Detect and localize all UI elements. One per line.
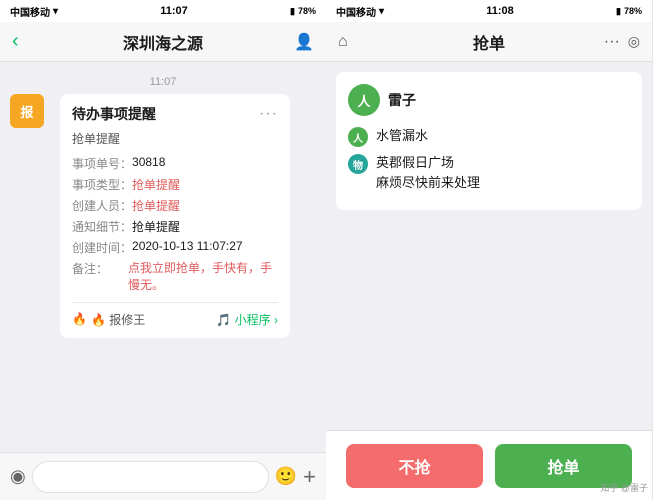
- battery-right: 78%: [624, 6, 642, 16]
- snatch-content: 人 雷子 人 水管漏水 物 英郡假日广场 麻烦尽快前来处理: [326, 62, 652, 430]
- dots-button-right[interactable]: ···: [604, 33, 620, 51]
- back-button[interactable]: [12, 30, 19, 53]
- nav-right-group: ··· ◎: [604, 33, 640, 51]
- miniprogram-label: 🎵 小程序 ›: [216, 311, 278, 328]
- timestamp: 11:07: [10, 76, 316, 88]
- card-subtitle: 抢单提醒: [72, 130, 278, 147]
- chat-input[interactable]: [32, 461, 269, 493]
- info-value-3: 抢单提醒: [132, 218, 180, 235]
- info-label-3: 通知细节：: [72, 218, 132, 235]
- item-badge: 物: [348, 154, 368, 174]
- info-label-1: 事项类型：: [72, 176, 132, 193]
- phone-right: 中国移动 ▾ 11:08 ▮ 78% ⌂ 抢单 ··· ◎ 人 雷子: [326, 0, 652, 500]
- username: 雷子: [388, 90, 416, 110]
- status-right-right: ▮ 78%: [616, 6, 642, 17]
- info-value-5: 点我立即抢单，手快有，手慢无。: [128, 260, 278, 294]
- avatar-label: 人: [357, 91, 370, 110]
- bot-avatar: 报: [10, 94, 44, 128]
- emoji-button[interactable]: 🙂: [275, 466, 297, 487]
- user-avatar: 人: [348, 84, 380, 116]
- snatch-text-1b: 麻烦尽快前来处理: [376, 173, 480, 193]
- snatch-info-row-1: 物 英郡假日广场 麻烦尽快前来处理: [348, 153, 630, 192]
- info-row-5: 备注： 点我立即抢单，手快有，手慢无。: [72, 260, 278, 294]
- fire-icon: 🔥: [72, 312, 87, 326]
- battery-left: 78%: [298, 6, 316, 16]
- card-header: 待办事项提醒 ···: [72, 104, 278, 124]
- chat-content: 11:07 报 待办事项提醒 ··· 抢单提醒 事项单号： 30818 事项类型…: [0, 62, 326, 452]
- info-row-4: 创建时间： 2020-10-13 11:07:27: [72, 239, 278, 256]
- footer-app-name: 🔥 报修王: [91, 311, 145, 328]
- footer-right[interactable]: 🎵 小程序 ›: [216, 311, 278, 328]
- info-label-0: 事项单号：: [72, 155, 132, 172]
- person-badge: 人: [348, 127, 368, 147]
- card-title: 待办事项提醒: [72, 104, 156, 124]
- status-left-right: 中国移动 ▾: [336, 4, 384, 19]
- snatch-user-row: 人 雷子: [348, 84, 630, 116]
- info-label-2: 创建人员：: [72, 197, 132, 214]
- carrier-right: 中国移动: [336, 4, 376, 19]
- wifi-icon-right: ▾: [379, 6, 384, 17]
- no-button[interactable]: 不抢: [346, 444, 483, 488]
- nav-left: [12, 30, 19, 53]
- status-right-left: ▮ 78%: [290, 6, 316, 17]
- add-button[interactable]: +: [303, 464, 316, 490]
- bottom-bar-left: ◉ 🙂 +: [0, 452, 326, 500]
- nav-title-left: 深圳海之源: [123, 30, 203, 54]
- footer-left[interactable]: 🔥 🔥 报修王: [72, 311, 145, 328]
- card-footer: 🔥 🔥 报修王 🎵 小程序 ›: [72, 311, 278, 328]
- carrier-left: 中国移动: [10, 4, 50, 19]
- info-row-2: 创建人员： 抢单提醒: [72, 197, 278, 214]
- phone-left: 中国移动 ▾ 11:07 ▮ 78% 深圳海之源 👤 11:07 报 待办事项提…: [0, 0, 326, 500]
- card-divider: [72, 302, 278, 303]
- snatch-text-0: 水管漏水: [376, 126, 428, 146]
- info-label-5: 备注：: [72, 260, 128, 294]
- info-row-0: 事项单号： 30818: [72, 155, 278, 172]
- battery-icon-left: ▮: [290, 6, 295, 17]
- voice-button[interactable]: ◉: [10, 466, 26, 487]
- info-label-4: 创建时间：: [72, 239, 132, 256]
- wifi-icon-left: ▾: [53, 6, 58, 17]
- profile-icon[interactable]: 👤: [294, 32, 314, 52]
- home-button[interactable]: ⌂: [338, 33, 348, 51]
- snatch-info-row-0: 人 水管漏水: [348, 126, 630, 147]
- status-bar-right: 中国移动 ▾ 11:08 ▮ 78%: [326, 0, 652, 22]
- snatch-text-1a: 英郡假日广场: [376, 153, 480, 173]
- card-dots[interactable]: ···: [259, 105, 278, 123]
- status-left: 中国移动 ▾: [10, 4, 58, 19]
- nav-bar-right: ⌂ 抢单 ··· ◎: [326, 22, 652, 62]
- status-bar-left: 中国移动 ▾ 11:07 ▮ 78%: [0, 0, 326, 22]
- info-row-1: 事项类型： 抢单提醒: [72, 176, 278, 193]
- info-value-4: 2020-10-13 11:07:27: [132, 239, 243, 256]
- info-value-1: 抢单提醒: [132, 176, 180, 193]
- info-value-0: 30818: [132, 155, 165, 172]
- time-left: 11:07: [160, 5, 188, 17]
- circle-button[interactable]: ◎: [628, 33, 640, 51]
- info-value-2: 抢单提醒: [132, 197, 180, 214]
- snatch-card: 人 雷子 人 水管漏水 物 英郡假日广场 麻烦尽快前来处理: [336, 72, 642, 210]
- message-card: 待办事项提醒 ··· 抢单提醒 事项单号： 30818 事项类型： 抢单提醒 创…: [60, 94, 290, 338]
- watermark: 知乎 @雷子: [600, 481, 648, 494]
- time-right: 11:08: [486, 5, 514, 17]
- nav-right: 👤: [294, 32, 314, 52]
- battery-icon-right: ▮: [616, 6, 621, 17]
- nav-title-right: 抢单: [473, 30, 505, 54]
- info-row-3: 通知细节： 抢单提醒: [72, 218, 278, 235]
- nav-bar-left: 深圳海之源 👤: [0, 22, 326, 62]
